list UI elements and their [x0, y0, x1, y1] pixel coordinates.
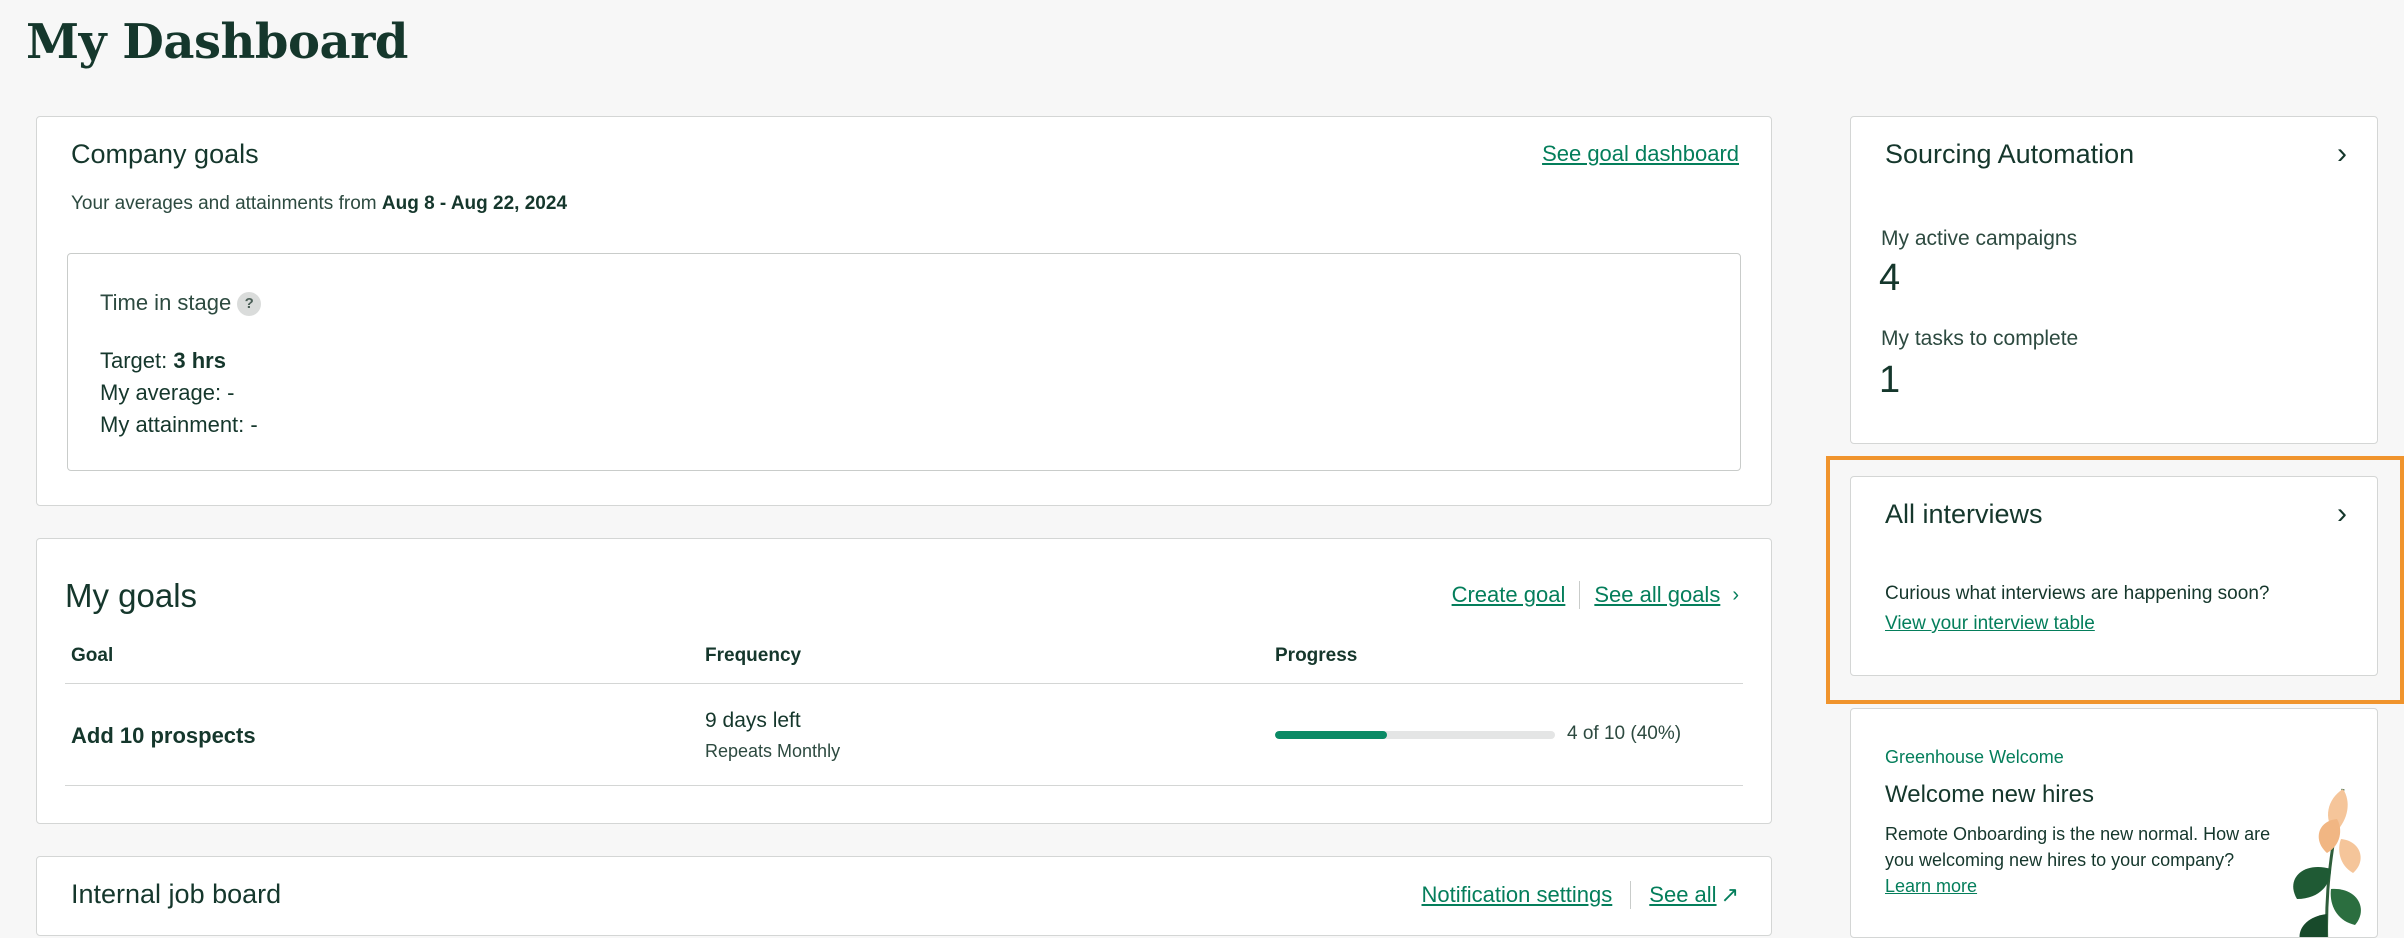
column-header-progress: Progress — [1275, 645, 1358, 666]
welcome-body-text: Remote Onboarding is the new normal. How… — [1885, 824, 2271, 870]
learn-more-link[interactable]: Learn more — [1885, 876, 1977, 896]
chevron-right-icon[interactable]: › — [2337, 497, 2347, 531]
time-in-stage-title: Time in stage? — [100, 290, 262, 316]
see-all-jobs-link[interactable]: See all — [1649, 882, 1716, 908]
create-goal-link[interactable]: Create goal — [1452, 582, 1566, 608]
target-label: Target: — [100, 348, 174, 373]
tasks-value: 1 — [1879, 359, 1901, 401]
internal-job-board-card: Internal job board Notification settings… — [36, 856, 1772, 936]
target-line: Target: 3 hrs — [100, 348, 226, 374]
progress-bar-fill — [1275, 731, 1387, 739]
page-title: My Dashboard — [26, 14, 408, 70]
active-campaigns-value: 4 — [1879, 257, 1901, 299]
tasks-label: My tasks to complete — [1881, 327, 2079, 350]
company-goals-card: Company goals See goal dashboard Your av… — [36, 116, 1772, 506]
divider — [1579, 581, 1581, 609]
progress-bar — [1275, 731, 1555, 739]
attainment-line: My attainment: - — [100, 412, 258, 437]
welcome-body: Remote Onboarding is the new normal. How… — [1885, 821, 2285, 899]
active-campaigns-label: My active campaigns — [1881, 227, 2078, 250]
target-value: 3 hrs — [173, 348, 226, 373]
date-range: Aug 8 - Aug 22, 2024 — [381, 193, 568, 214]
header-divider — [65, 683, 1743, 684]
goal-name: Add 10 prospects — [71, 723, 256, 748]
my-goals-title: My goals — [65, 577, 198, 614]
my-goals-card: My goals Create goal See all goals › Goa… — [36, 538, 1772, 824]
subtitle-prefix: Your averages and attainments from — [71, 193, 382, 214]
arrow-up-right-icon[interactable]: ↗ — [1721, 882, 1739, 908]
sourcing-automation-card[interactable]: Sourcing Automation › My active campaign… — [1850, 116, 2378, 444]
chevron-right-icon[interactable]: › — [1732, 584, 1739, 607]
company-goals-subtitle: Your averages and attainments from Aug 8… — [71, 193, 567, 215]
company-goals-title: Company goals — [71, 139, 259, 169]
job-board-title: Internal job board — [71, 879, 282, 909]
welcome-eyebrow: Greenhouse Welcome — [1885, 747, 2064, 767]
column-header-frequency: Frequency — [705, 645, 802, 666]
goal-repeats: Repeats Monthly — [705, 741, 841, 761]
column-header-goal: Goal — [71, 645, 114, 666]
row-divider — [65, 785, 1743, 786]
divider — [1630, 881, 1632, 909]
interviews-text: Curious what interviews are happening so… — [1885, 583, 2270, 604]
average-line: My average: - — [100, 380, 235, 405]
interviews-title: All interviews — [1885, 499, 2043, 529]
my-goals-actions: Create goal See all goals › — [1452, 581, 1739, 609]
welcome-title: Welcome new hires — [1885, 781, 2094, 808]
job-board-actions: Notification settings See all ↗ — [1422, 881, 1739, 909]
goal-frequency: 9 days left — [705, 709, 801, 732]
see-goal-dashboard-link[interactable]: See goal dashboard — [1542, 141, 1739, 167]
chevron-right-icon[interactable]: › — [2337, 137, 2347, 171]
sourcing-title: Sourcing Automation — [1885, 139, 2135, 169]
help-icon[interactable]: ? — [237, 292, 262, 316]
time-in-stage-box: Time in stage? Target: 3 hrs My average:… — [67, 253, 1741, 471]
welcome-card: Greenhouse Welcome Welcome new hires Rem… — [1850, 708, 2378, 938]
progress-text: 4 of 10 (40%) — [1567, 723, 1682, 744]
time-in-stage-label: Time in stage — [100, 290, 232, 315]
all-interviews-card[interactable]: All interviews › Curious what interviews… — [1850, 476, 2378, 676]
notification-settings-link[interactable]: Notification settings — [1422, 882, 1613, 908]
view-interview-table-link[interactable]: View your interview table — [1885, 613, 2095, 635]
see-all-goals-link[interactable]: See all goals — [1594, 582, 1720, 608]
